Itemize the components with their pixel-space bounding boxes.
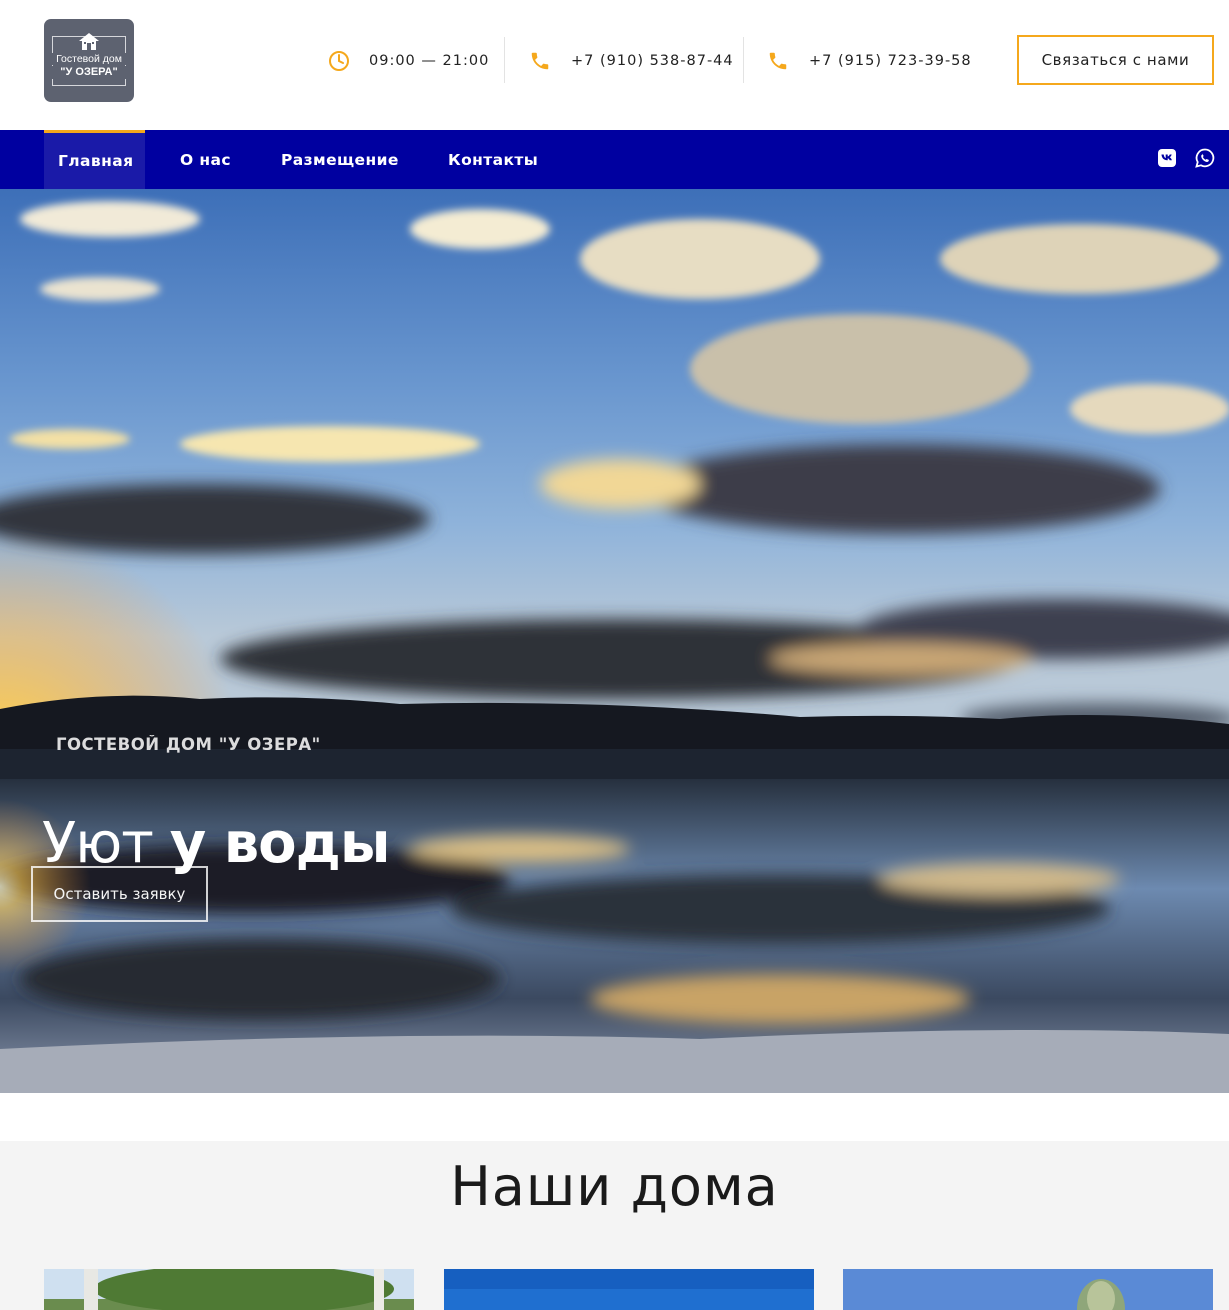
houses-section: Наши дома <box>0 1141 1229 1310</box>
vk-icon[interactable] <box>1157 148 1177 168</box>
site-header: Гостевой дом "У ОЗЕРА" 09:00 — 21:00 +7 … <box>0 0 1229 130</box>
house-card-photo[interactable] <box>843 1269 1213 1310</box>
whatsapp-icon[interactable] <box>1195 148 1215 168</box>
logo-text-line1: Гостевой дом <box>44 53 134 65</box>
house-card-photo[interactable] <box>444 1269 814 1310</box>
phone-2[interactable]: +7 (915) 723-39-58 <box>767 40 972 82</box>
phone-1[interactable]: +7 (910) 538-87-44 <box>529 40 734 82</box>
section-title: Наши дома <box>450 1155 779 1218</box>
hero-kicker: ГОСТЕВОЙ ДОМ "У ОЗЕРА" <box>56 735 321 754</box>
house-icon <box>79 33 99 50</box>
site-logo[interactable]: Гостевой дом "У ОЗЕРА" <box>44 19 134 102</box>
divider <box>504 37 505 83</box>
logo-text-line2: "У ОЗЕРА" <box>44 66 134 79</box>
nav-item-contacts[interactable]: Контакты <box>448 130 538 189</box>
nav-item-about[interactable]: О нас <box>180 130 231 189</box>
lake-sunset-photo <box>0 189 1229 1093</box>
hero-banner: ГОСТЕВОЙ ДОМ "У ОЗЕРА" Уют у воды Остави… <box>0 189 1229 1093</box>
clock-icon <box>329 51 349 71</box>
working-hours: 09:00 — 21:00 <box>328 40 489 82</box>
main-nav: Главная О нас Размещение Контакты <box>0 130 1229 189</box>
leave-request-button[interactable]: Оставить заявку <box>31 866 208 922</box>
phone-2-text[interactable]: +7 (915) 723-39-58 <box>809 53 972 69</box>
nav-item-accommodation[interactable]: Размещение <box>281 130 399 189</box>
phone-icon <box>769 52 787 70</box>
nav-item-home[interactable]: Главная <box>44 130 145 189</box>
hours-text: 09:00 — 21:00 <box>369 53 490 69</box>
house-card-photo[interactable] <box>44 1269 414 1310</box>
divider <box>743 37 744 83</box>
contact-us-button[interactable]: Связаться с нами <box>1017 35 1214 85</box>
phone-1-text[interactable]: +7 (910) 538-87-44 <box>571 53 734 69</box>
phone-icon <box>531 52 549 70</box>
